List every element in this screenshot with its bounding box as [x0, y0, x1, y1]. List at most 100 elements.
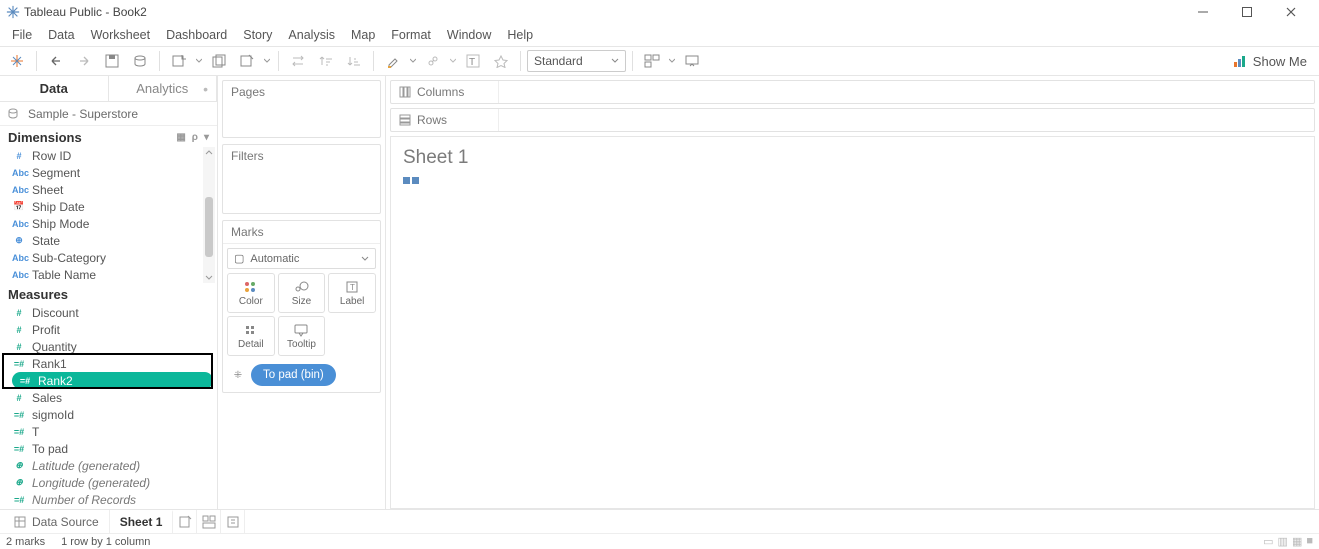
sheet-view[interactable]: Sheet 1: [390, 136, 1315, 509]
field-longitude[interactable]: ⊕Longitude (generated): [0, 474, 217, 491]
show-cards-dropdown[interactable]: [667, 48, 677, 74]
tab-data[interactable]: Data: [0, 76, 109, 101]
sort-desc-button[interactable]: [341, 48, 367, 74]
highlight-dropdown[interactable]: [408, 48, 418, 74]
menu-dropdown-icon[interactable]: ▾: [204, 132, 209, 143]
new-worksheet-dropdown[interactable]: [194, 48, 204, 74]
marks-type-dropdown[interactable]: ▢Automatic: [227, 248, 376, 269]
redo-button[interactable]: [71, 48, 97, 74]
close-button[interactable]: [1275, 2, 1307, 22]
detail-icon: ⁜: [229, 370, 247, 381]
maximize-button[interactable]: [1231, 2, 1263, 22]
color-button[interactable]: Color: [227, 273, 275, 313]
new-dashboard-tab[interactable]: [197, 510, 221, 533]
tab-analytics[interactable]: Analytics•: [109, 76, 218, 101]
field-shipdate[interactable]: 📅Ship Date: [0, 198, 217, 215]
dimensions-list: #Row ID AbcSegment AbcSheet 📅Ship Date A…: [0, 147, 217, 283]
new-worksheet-tab[interactable]: [173, 510, 197, 533]
filters-label: Filters: [223, 145, 380, 167]
menu-data[interactable]: Data: [42, 26, 80, 44]
field-profit[interactable]: #Profit: [0, 321, 217, 338]
menu-analysis[interactable]: Analysis: [282, 26, 341, 44]
swap-button[interactable]: [285, 48, 311, 74]
view-icon-4[interactable]: ■: [1306, 535, 1313, 548]
field-tablename[interactable]: AbcTable Name: [0, 266, 217, 283]
rows-shelf[interactable]: Rows: [390, 108, 1315, 132]
marks-pill-topadbin[interactable]: ⁜ To pad (bin): [251, 364, 336, 386]
tooltip-icon: [293, 323, 309, 337]
field-sheet[interactable]: AbcSheet: [0, 181, 217, 198]
field-sales[interactable]: #Sales: [0, 389, 217, 406]
columns-shelf[interactable]: Columns: [390, 80, 1315, 104]
show-me-button[interactable]: Show Me: [1233, 54, 1315, 69]
menu-map[interactable]: Map: [345, 26, 381, 44]
dimensions-header: Dimensions ▦ ρ ▾: [0, 126, 217, 147]
datasource-tab[interactable]: Data Source: [4, 510, 110, 533]
group-dropdown[interactable]: [448, 48, 458, 74]
presentation-button[interactable]: [679, 48, 705, 74]
menu-help[interactable]: Help: [501, 26, 539, 44]
field-latitude[interactable]: ⊕Latitude (generated): [0, 457, 217, 474]
datasource-label: Sample - Superstore: [28, 107, 138, 121]
marks-card: Marks ▢Automatic Color Size T Label: [222, 220, 381, 393]
field-quantity[interactable]: #Quantity: [0, 338, 217, 355]
menu-dashboard[interactable]: Dashboard: [160, 26, 233, 44]
undo-button[interactable]: [43, 48, 69, 74]
clear-dropdown[interactable]: [262, 48, 272, 74]
fix-axes-button[interactable]: [488, 48, 514, 74]
menu-format[interactable]: Format: [385, 26, 437, 44]
field-rank2[interactable]: =#Rank2: [12, 372, 213, 389]
show-labels-button[interactable]: T: [460, 48, 486, 74]
minimize-button[interactable]: [1187, 2, 1219, 22]
clear-button[interactable]: [234, 48, 260, 74]
rows-icon: [399, 114, 411, 126]
new-worksheet-button[interactable]: [166, 48, 192, 74]
field-rowid[interactable]: #Row ID: [0, 147, 217, 164]
dimensions-scrollbar[interactable]: [203, 147, 215, 283]
field-topad[interactable]: =#To pad: [0, 440, 217, 457]
window-title: Tableau Public - Book2: [24, 5, 147, 19]
sort-asc-button[interactable]: [313, 48, 339, 74]
sheet-marks-viz: [403, 177, 1302, 184]
sheet1-tab[interactable]: Sheet 1: [110, 510, 174, 533]
field-measurevalues[interactable]: #Measure Values: [0, 508, 217, 509]
field-numrecords[interactable]: =#Number of Records: [0, 491, 217, 508]
duplicate-button[interactable]: [206, 48, 232, 74]
field-segment[interactable]: AbcSegment: [0, 164, 217, 181]
label-button[interactable]: T Label: [328, 273, 376, 313]
tooltip-button[interactable]: Tooltip: [278, 316, 326, 356]
field-sigmoid[interactable]: =#sigmoId: [0, 406, 217, 423]
highlight-button[interactable]: [380, 48, 406, 74]
show-cards-button[interactable]: [639, 48, 665, 74]
filters-card[interactable]: Filters: [222, 144, 381, 214]
field-shipmode[interactable]: AbcShip Mode: [0, 215, 217, 232]
datasource-row[interactable]: Sample - Superstore: [0, 102, 217, 126]
detail-button[interactable]: Detail: [227, 316, 275, 356]
new-story-tab[interactable]: [221, 510, 245, 533]
search-icon[interactable]: ρ: [192, 132, 198, 143]
field-rank1[interactable]: =#Rank1: [0, 355, 217, 372]
menu-story[interactable]: Story: [237, 26, 278, 44]
view-icon-3[interactable]: ▦: [1292, 535, 1302, 548]
menu-worksheet[interactable]: Worksheet: [85, 26, 157, 44]
show-me-label: Show Me: [1253, 54, 1307, 69]
field-t[interactable]: =#T: [0, 423, 217, 440]
view-icon-1[interactable]: ▭: [1263, 535, 1273, 548]
size-button[interactable]: Size: [278, 273, 326, 313]
status-bar: 2 marks 1 row by 1 column ▭ ▥ ▦ ■: [0, 533, 1319, 549]
fit-dropdown[interactable]: Standard: [527, 50, 626, 72]
pages-card[interactable]: Pages: [222, 80, 381, 138]
field-discount[interactable]: #Discount: [0, 304, 217, 321]
new-datasource-button[interactable]: [127, 48, 153, 74]
view-as-icon[interactable]: ▦: [176, 132, 185, 143]
menu-window[interactable]: Window: [441, 26, 497, 44]
view-icon-2[interactable]: ▥: [1278, 535, 1288, 548]
group-button[interactable]: [420, 48, 446, 74]
marks-label: Marks: [223, 221, 380, 244]
tableau-logo-button[interactable]: [4, 48, 30, 74]
rows-label: Rows: [417, 113, 447, 127]
field-state[interactable]: ⊕State: [0, 232, 217, 249]
save-button[interactable]: [99, 48, 125, 74]
field-subcategory[interactable]: AbcSub-Category: [0, 249, 217, 266]
menu-file[interactable]: File: [6, 26, 38, 44]
